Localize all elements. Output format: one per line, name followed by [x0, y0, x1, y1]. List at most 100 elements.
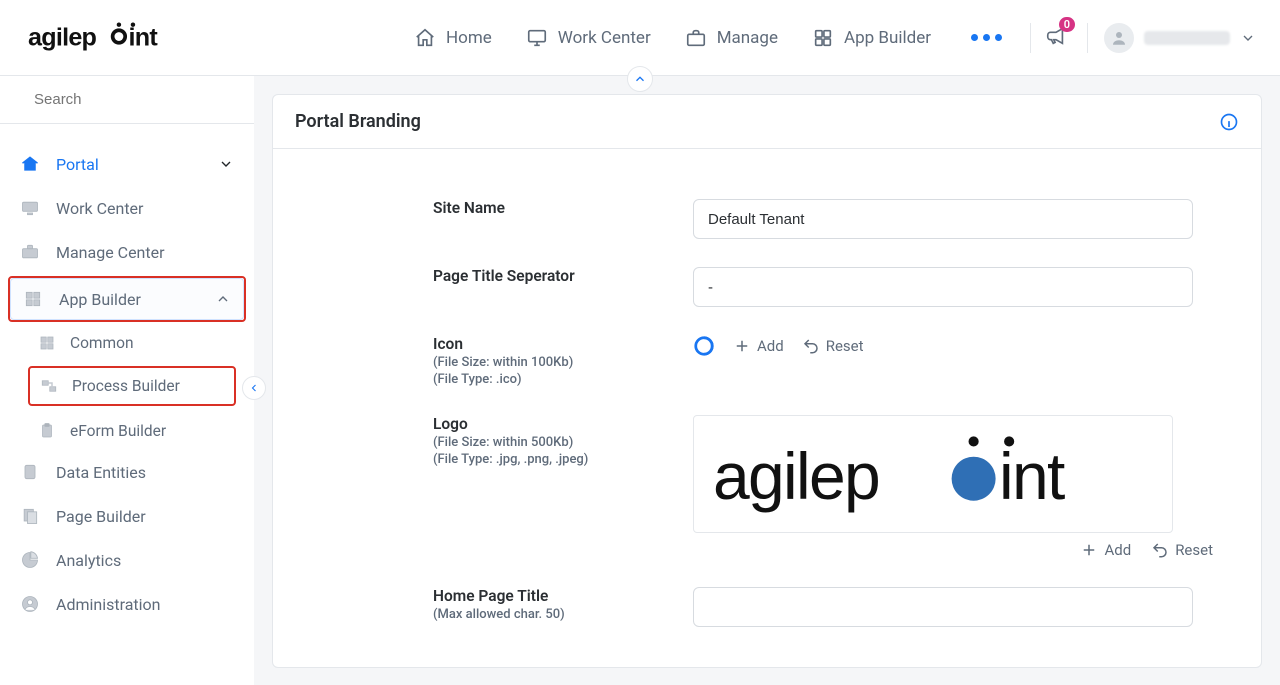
action-label: Add	[757, 337, 784, 355]
undo-icon	[802, 337, 820, 355]
sidebar-item-analytics[interactable]: Analytics	[0, 538, 254, 582]
svg-text:int: int	[129, 23, 159, 51]
sidebar-item-label: Analytics	[56, 551, 121, 570]
separator-input[interactable]	[693, 267, 1193, 307]
row-logo: Logo (File Size: within 500Kb) (File Typ…	[313, 415, 1221, 559]
plus-icon	[733, 337, 751, 355]
nav-more[interactable]	[965, 30, 1008, 45]
icon-add-button[interactable]: Add	[733, 337, 784, 355]
sidebar-item-administration[interactable]: Administration	[0, 582, 254, 626]
sidebar-item-label: Process Builder	[72, 377, 180, 395]
icon-reset-button[interactable]: Reset	[802, 337, 864, 355]
nav-app-builder[interactable]: App Builder	[812, 27, 931, 49]
row-home-page-title: Home Page Title (Max allowed char. 50)	[313, 587, 1221, 627]
action-label: Reset	[826, 337, 864, 355]
chevron-up-icon	[633, 72, 647, 86]
info-icon[interactable]	[1219, 112, 1239, 132]
sidebar-item-data-entities[interactable]: Data Entities	[0, 450, 254, 494]
favicon-preview	[693, 335, 715, 357]
content-area: Portal Branding Site Name Page Title Sep…	[254, 76, 1280, 685]
logo-preview: agilep int	[693, 415, 1173, 533]
sidebar-sub-common[interactable]: Common	[0, 324, 254, 362]
sidebar-item-label: eForm Builder	[70, 422, 166, 440]
nav-manage[interactable]: Manage	[685, 27, 778, 49]
layout: Portal Work Center Manage Center	[0, 76, 1280, 685]
sidebar-item-label: Page Builder	[56, 507, 146, 526]
tiles-icon	[38, 334, 56, 352]
monitor-solid-icon	[20, 198, 40, 218]
home-page-title-input[interactable]	[693, 587, 1193, 627]
pages-icon	[20, 506, 40, 526]
card-header: Portal Branding	[273, 95, 1261, 149]
label-logo: Logo	[433, 415, 633, 433]
sidebar-scroll[interactable]: Portal Work Center Manage Center	[0, 124, 254, 685]
hint-icon-type: (File Type: .ico)	[433, 372, 633, 387]
avatar	[1104, 23, 1134, 53]
sidebar-item-manage-center[interactable]: Manage Center	[0, 230, 254, 274]
admin-user-icon	[20, 594, 40, 614]
undo-icon	[1151, 541, 1169, 559]
nav-app-builder-label: App Builder	[844, 28, 931, 48]
user-name-blur	[1144, 31, 1230, 45]
action-label: Add	[1104, 541, 1131, 559]
sidebar-item-label: Work Center	[56, 199, 143, 218]
clipboard-icon	[38, 422, 56, 440]
nav-work-center-label: Work Center	[558, 28, 651, 48]
logo-reset-button[interactable]: Reset	[1151, 541, 1213, 559]
sidebar-item-app-builder[interactable]: App Builder	[10, 278, 244, 320]
sidebar-item-label: Data Entities	[56, 463, 146, 482]
search-input[interactable]	[32, 90, 235, 109]
grid-icon	[812, 27, 834, 49]
highlight-app-builder: App Builder	[8, 276, 246, 322]
logo-add-button[interactable]: Add	[1080, 541, 1131, 559]
hint-logo-size: (File Size: within 500Kb)	[433, 435, 633, 450]
hint-logo-type: (File Type: .jpg, .png, .jpeg)	[433, 452, 633, 467]
sidebar-item-label: App Builder	[59, 290, 141, 309]
notifications-button[interactable]: 0	[1045, 25, 1067, 51]
sidebar-item-label: Administration	[56, 595, 161, 614]
chevron-down-icon	[1240, 30, 1256, 46]
user-menu[interactable]	[1087, 23, 1256, 53]
sidebar-sub-eform-builder[interactable]: eForm Builder	[0, 412, 254, 450]
hint-home-page-title: (Max allowed char. 50)	[433, 607, 633, 622]
header-collapse-toggle[interactable]	[627, 66, 653, 92]
chevron-up-icon	[215, 291, 231, 307]
top-bar: agilep int Home Work Center Manage App B…	[0, 0, 1280, 76]
hint-icon-size: (File Size: within 100Kb)	[433, 355, 633, 370]
svg-text:agilep: agilep	[28, 23, 97, 51]
label-icon: Icon	[433, 335, 633, 353]
dot-icon	[995, 34, 1002, 41]
brand-logo: agilep int	[28, 20, 198, 56]
svg-text:agilep: agilep	[713, 439, 879, 513]
label-site-name: Site Name	[433, 199, 633, 217]
top-nav: Home Work Center Manage App Builder	[414, 27, 1008, 49]
row-separator: Page Title Seperator	[313, 267, 1221, 307]
database-icon	[20, 462, 40, 482]
sidebar-item-label: Manage Center	[56, 243, 165, 262]
sidebar-item-page-builder[interactable]: Page Builder	[0, 494, 254, 538]
nav-manage-label: Manage	[717, 28, 778, 48]
label-home-page-title: Home Page Title	[433, 587, 633, 605]
sidebar-item-work-center[interactable]: Work Center	[0, 186, 254, 230]
highlight-process-builder: Process Builder	[28, 366, 236, 406]
sidebar-item-label: Common	[70, 334, 134, 352]
row-icon: Icon (File Size: within 100Kb) (File Typ…	[313, 335, 1221, 387]
sidebar-item-portal[interactable]: Portal	[0, 142, 254, 186]
portal-branding-card: Portal Branding Site Name Page Title Sep…	[272, 94, 1262, 668]
site-name-input[interactable]	[693, 199, 1193, 239]
nav-work-center[interactable]: Work Center	[526, 27, 651, 49]
person-icon	[1110, 29, 1128, 47]
page-title: Portal Branding	[295, 111, 421, 132]
top-right: 0	[1030, 23, 1256, 53]
dot-icon	[983, 34, 990, 41]
nav-home[interactable]: Home	[414, 27, 492, 49]
form: Site Name Page Title Seperator	[273, 149, 1261, 667]
notification-badge: 0	[1059, 17, 1075, 32]
logo-actions: Add Reset	[693, 541, 1213, 559]
workflow-icon	[40, 377, 58, 395]
sidebar-search[interactable]	[0, 76, 254, 124]
plus-icon	[1080, 541, 1098, 559]
chevron-left-icon	[248, 382, 260, 394]
sidebar-sub-process-builder[interactable]: Process Builder	[30, 368, 234, 404]
sidebar-collapse-toggle[interactable]	[242, 376, 266, 400]
